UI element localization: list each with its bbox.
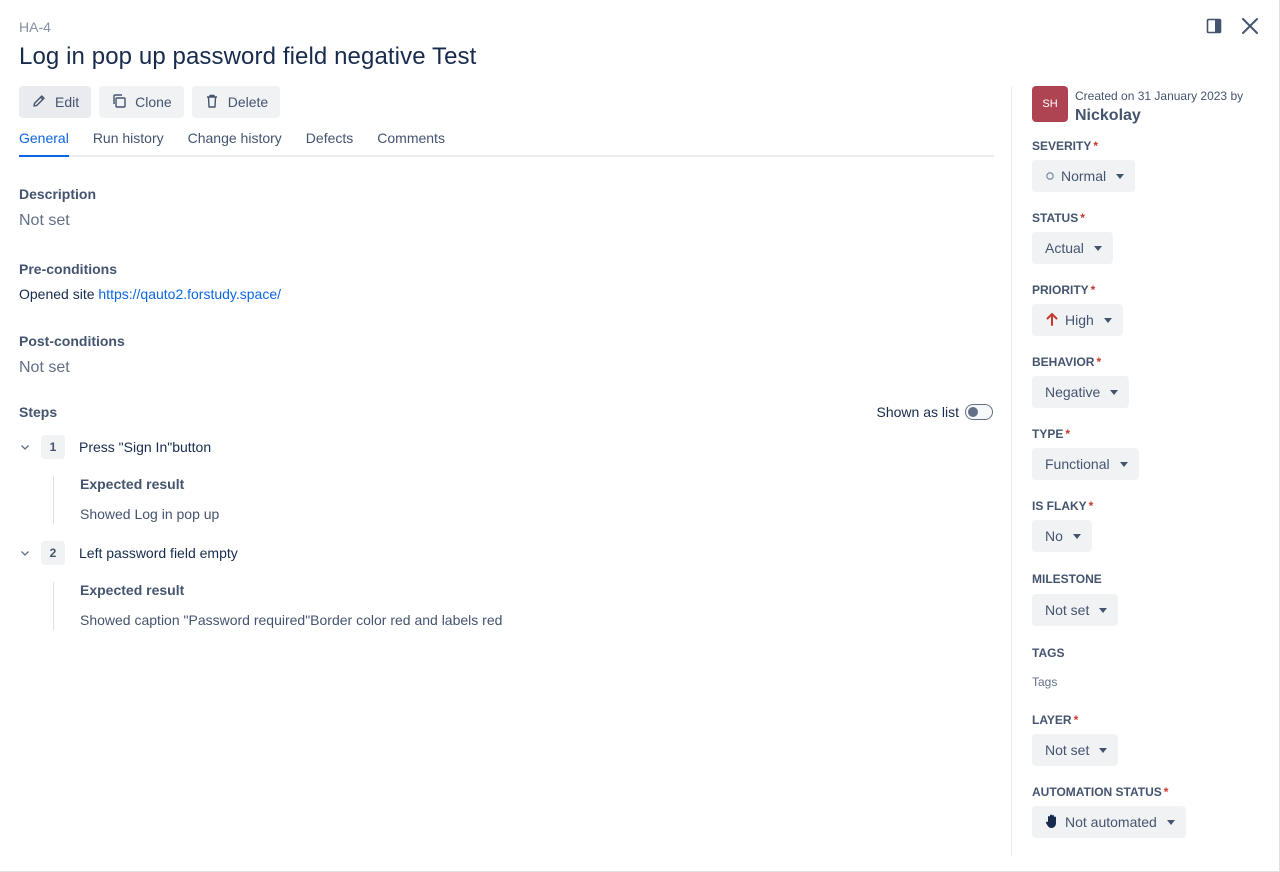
behavior-label: BEHAVIOR * <box>1032 355 1102 369</box>
expected-result-label: Expected result <box>80 476 185 492</box>
clone-button[interactable]: Clone <box>99 86 184 118</box>
expected-result-text: Showed Log in pop up <box>80 506 220 522</box>
caret-down-icon <box>1103 317 1112 323</box>
edit-label: Edit <box>55 94 80 110</box>
caret-down-icon <box>1110 389 1119 395</box>
delete-label: Delete <box>227 94 269 110</box>
close-icon[interactable] <box>1239 15 1261 37</box>
arrow-up-icon <box>1045 311 1059 330</box>
tags-label: TAGS <box>1032 646 1065 660</box>
step-row: 1 Press "Sign In"button <box>19 435 211 459</box>
layer-dropdown[interactable]: Not set <box>1032 734 1119 766</box>
expected-result-block: Expected result Showed Log in pop up <box>53 476 219 524</box>
tab-defects[interactable]: Defects <box>306 130 353 157</box>
status-label: STATUS * <box>1032 211 1085 225</box>
preconditions-link[interactable]: https://qauto2.forstudy.space/ <box>98 286 281 302</box>
milestone-value: Not set <box>1045 602 1090 618</box>
caret-down-icon <box>1093 245 1102 251</box>
chevron-down-icon[interactable] <box>19 547 31 559</box>
avatar: SH <box>1032 86 1068 122</box>
milestone-label: MILESTONE <box>1032 572 1102 586</box>
test-case-panel: HA-4 Log in pop up password field negati… <box>0 0 1280 872</box>
automation-status-value: Not automated <box>1065 814 1157 830</box>
caret-down-icon <box>1119 461 1128 467</box>
is-flaky-dropdown[interactable]: No <box>1032 520 1092 552</box>
tags-input[interactable]: Tags <box>1032 675 1057 689</box>
description-value: Not set <box>19 212 70 229</box>
is-flaky-label: IS FLAKY * <box>1032 499 1094 513</box>
layer-label: LAYER * <box>1032 713 1079 727</box>
caret-down-icon <box>1099 747 1108 753</box>
status-dropdown[interactable]: Actual <box>1032 232 1113 264</box>
milestone-dropdown[interactable]: Not set <box>1032 594 1119 626</box>
layer-value: Not set <box>1045 742 1090 758</box>
pencil-icon <box>31 93 47 112</box>
copy-icon <box>111 93 127 112</box>
preconditions-value: Opened site https://qauto2.forstudy.spac… <box>19 286 281 302</box>
automation-status-label: AUTOMATION STATUS * <box>1032 785 1169 799</box>
panel-divider <box>1011 86 1012 856</box>
automation-status-dropdown[interactable]: Not automated <box>1032 806 1186 838</box>
shown-as-list-label: Shown as list <box>876 404 959 420</box>
circle-icon <box>1045 168 1055 184</box>
hand-icon <box>1045 813 1059 832</box>
severity-dropdown[interactable]: Normal <box>1032 160 1136 192</box>
type-dropdown[interactable]: Functional <box>1032 448 1139 480</box>
preconditions-text: Opened site <box>19 286 99 302</box>
type-value: Functional <box>1045 456 1110 472</box>
priority-dropdown[interactable]: High <box>1032 304 1123 336</box>
caret-down-icon <box>1072 533 1081 539</box>
edit-button[interactable]: Edit <box>19 86 92 118</box>
postconditions-value: Not set <box>19 359 70 376</box>
tab-bar: General Run history Change history Defec… <box>19 130 994 157</box>
action-toolbar: Edit Clone Delete <box>19 86 281 118</box>
preconditions-label: Pre-conditions <box>19 261 118 277</box>
step-row: 2 Left password field empty <box>19 541 238 565</box>
tab-comments[interactable]: Comments <box>377 130 445 157</box>
expected-result-label: Expected result <box>80 582 185 598</box>
window-controls <box>1203 15 1261 37</box>
caret-down-icon <box>1099 607 1108 613</box>
case-key: HA-4 <box>19 19 51 35</box>
expected-result-block: Expected result Showed caption "Password… <box>53 582 502 630</box>
postconditions-label: Post-conditions <box>19 333 125 349</box>
shown-as-list-toggle[interactable] <box>965 404 993 420</box>
priority-value: High <box>1065 312 1094 328</box>
page-title: Log in pop up password field negative Te… <box>19 43 477 70</box>
chevron-down-icon[interactable] <box>19 441 31 453</box>
step-text: Left password field empty <box>79 545 238 561</box>
expected-result-text: Showed caption "Password required"Border… <box>80 612 503 628</box>
status-value: Actual <box>1045 240 1084 256</box>
tab-run-history[interactable]: Run history <box>93 130 164 157</box>
tab-change-history[interactable]: Change history <box>188 130 282 157</box>
step-number: 2 <box>41 541 65 565</box>
clone-label: Clone <box>135 94 172 110</box>
priority-label: PRIORITY * <box>1032 283 1096 297</box>
severity-label: SEVERITY * <box>1032 139 1099 153</box>
author-name: Nickolay <box>1075 107 1141 124</box>
delete-button[interactable]: Delete <box>191 86 281 118</box>
step-text: Press "Sign In"button <box>79 439 212 455</box>
caret-down-icon <box>1166 819 1175 825</box>
sidebar-panel-icon[interactable] <box>1203 15 1225 37</box>
is-flaky-value: No <box>1045 528 1063 544</box>
step-number: 1 <box>41 435 65 459</box>
severity-value: Normal <box>1061 168 1107 184</box>
toggle-knob <box>968 407 978 417</box>
behavior-value: Negative <box>1045 384 1101 400</box>
trash-icon <box>204 93 220 112</box>
behavior-dropdown[interactable]: Negative <box>1032 376 1130 408</box>
description-label: Description <box>19 186 97 202</box>
steps-label: Steps <box>19 404 58 420</box>
caret-down-icon <box>1116 173 1125 179</box>
shown-as-list-toggle-group: Shown as list <box>877 404 993 420</box>
created-info: Created on 31 January 2023 by <box>1075 89 1244 103</box>
tab-general[interactable]: General <box>19 130 69 157</box>
type-label: TYPE * <box>1032 427 1071 441</box>
